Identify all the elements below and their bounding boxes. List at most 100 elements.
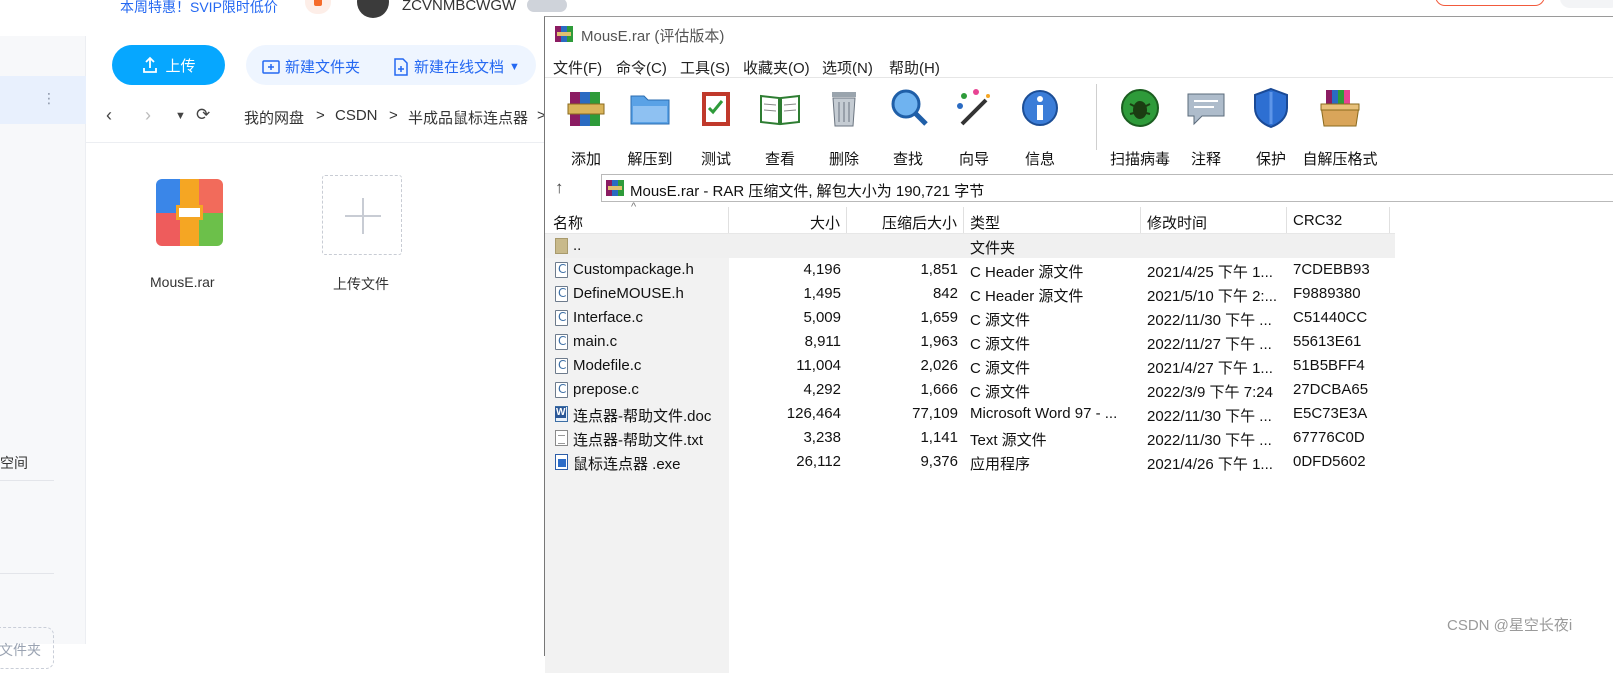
breadcrumb-item[interactable]: 我的网盘 (244, 107, 304, 128)
menu-tools[interactable]: 工具(S) (680, 57, 730, 78)
sort-ascending-icon: ^ (631, 201, 637, 213)
cell-packed: 2,026 (920, 357, 958, 374)
vip-badge (527, 0, 567, 12)
toolbar: 添加 解压到 测试 查看 删除 查找 向导 信息 扫描病毒 注释 保护 自解压格… (545, 77, 1613, 171)
more-icon[interactable]: ⋮ (42, 90, 56, 107)
cell-packed: 1,141 (920, 429, 958, 446)
table-row[interactable]: prepose.c 4,292 1,666 C 源文件 2022/3/9 下午 7:24… (545, 378, 1395, 402)
sfx-button[interactable]: 自解压格式 (1297, 82, 1383, 168)
virus-scan-button[interactable]: 扫描病毒 (1099, 82, 1181, 168)
breadcrumb-separator: > (389, 107, 398, 124)
gift-icon[interactable] (305, 0, 331, 14)
extract-folder-icon (630, 95, 670, 125)
menu-commands[interactable]: 命令(C) (616, 57, 667, 78)
cell-crc32: 0DFD5602 (1293, 453, 1366, 470)
cell-modified: 2021/4/26 下午 1... (1147, 456, 1273, 473)
table-row[interactable]: main.c 8,911 1,963 C 源文件 2022/11/27 下午 ... 55… (545, 330, 1395, 354)
cell-modified: 2022/11/30 下午 ... (1147, 408, 1272, 425)
new-folder-button[interactable]: 新建文件夹 (262, 56, 360, 77)
sidebar: ⋮ 空间 文件夹 (0, 36, 86, 669)
test-button[interactable]: 测试 (683, 82, 749, 168)
view-button[interactable]: 查看 (747, 82, 813, 168)
table-row[interactable]: 鼠标连点器 .exe 26,112 9,376 应用程序 2021/4/26 下午 1.… (545, 450, 1395, 474)
column-header-type[interactable]: 类型 (964, 207, 1141, 233)
doc-plus-icon (394, 57, 408, 76)
upload-label: 上传 (165, 57, 196, 75)
winrar-logo-icon (555, 26, 573, 42)
avatar[interactable] (357, 0, 389, 18)
cell-size: 3,238 (803, 429, 841, 446)
archive-add-icon (567, 92, 605, 126)
comment-button[interactable]: 注释 (1173, 82, 1239, 168)
table-row[interactable]: Interface.c 5,009 1,659 C 源文件 2022/11/30 下午 … (545, 306, 1395, 330)
cell-size: 4,292 (803, 381, 841, 398)
up-arrow-icon[interactable]: ↑ (555, 178, 564, 198)
c-source-file-icon (555, 334, 568, 350)
header-pill-button-2[interactable] (1560, 0, 1613, 8)
column-header-packed[interactable]: 压缩后大小 (847, 207, 964, 233)
svip-promo-link[interactable]: 本周特惠！SVIP限时低价 (120, 0, 278, 17)
table-row[interactable]: DefineMOUSE.h 1,495 842 C Header 源文件 2021/5/… (545, 282, 1395, 306)
table-row[interactable]: Modefile.c 11,004 2,026 C 源文件 2021/4/27 下午 1… (545, 354, 1395, 378)
find-button[interactable]: 查找 (875, 82, 941, 168)
file-name[interactable]: MousE.rar (150, 274, 215, 290)
title-bar[interactable]: MousE.rar (评估版本) (545, 17, 1613, 51)
column-header-name[interactable]: 名称 (545, 207, 729, 233)
cell-name: Modefile.c (573, 357, 642, 374)
cell-packed: 1,963 (920, 333, 958, 350)
protect-button[interactable]: 保护 (1238, 82, 1304, 168)
breadcrumb-item[interactable]: 半成品鼠标连点器 (408, 107, 528, 128)
trash-icon (832, 92, 856, 127)
sidebar-storage-label: 空间 (0, 455, 28, 471)
refresh-icon[interactable]: ⟳ (196, 105, 210, 125)
menu-favorites[interactable]: 收藏夹(O) (743, 57, 810, 78)
cell-size: 8,911 (804, 333, 841, 350)
table-row[interactable]: 连点器-帮助文件.doc 126,464 77,109 Microsoft Word … (545, 402, 1395, 426)
breadcrumb-item[interactable]: CSDN (335, 107, 378, 124)
toolbar-separator (1096, 84, 1097, 150)
menu-options[interactable]: 选项(N) (822, 57, 873, 78)
history-dropdown-icon[interactable]: ▼ (175, 110, 186, 122)
info-button[interactable]: 信息 (1007, 82, 1073, 168)
rar-file-icon[interactable] (156, 179, 223, 246)
cell-crc32: F9889380 (1293, 285, 1361, 302)
cell-name: Custompackage.h (573, 261, 694, 278)
add-button[interactable]: 添加 (553, 82, 619, 168)
c-source-file-icon (555, 262, 568, 278)
table-row[interactable]: .. 文件夹 (545, 234, 1395, 258)
c-source-file-icon (555, 286, 568, 302)
delete-button[interactable]: 删除 (811, 82, 877, 168)
upload-file-label[interactable]: 上传文件 (333, 274, 389, 294)
column-header-modified[interactable]: 修改时间 (1141, 207, 1287, 233)
column-header-size[interactable]: 大小 (729, 207, 847, 233)
cell-packed: 842 (932, 285, 958, 302)
wizard-button[interactable]: 向导 (941, 82, 1007, 168)
upload-file-tile[interactable] (322, 175, 402, 255)
header-pill-button[interactable] (1435, 0, 1545, 6)
column-header-crc32[interactable]: CRC32 (1287, 207, 1390, 233)
forward-arrow-icon[interactable]: › (145, 105, 151, 126)
back-arrow-icon[interactable]: ‹ (106, 105, 112, 126)
upload-button[interactable]: 上传 (112, 45, 225, 85)
extract-to-button[interactable]: 解压到 (617, 82, 683, 168)
cell-name: .. (573, 237, 582, 254)
cell-name: DefineMOUSE.h (573, 285, 684, 302)
menu-file[interactable]: 文件(F) (553, 57, 602, 78)
sidebar-folder-button[interactable]: 文件夹 (0, 627, 54, 669)
breadcrumb-separator: > (316, 107, 325, 124)
username[interactable]: ZCVNMBCWGW (402, 0, 516, 14)
cell-type: C Header 源文件 (970, 288, 1084, 305)
cell-crc32: 27DCBA65 (1293, 381, 1369, 398)
table-row[interactable]: 连点器-帮助文件.txt 3,238 1,141 Text 源文件 2022/11/30… (545, 426, 1395, 450)
menu-help[interactable]: 帮助(H) (889, 57, 940, 78)
address-field[interactable]: MousE.rar - RAR 压缩文件, 解包大小为 190,721 字节 (601, 174, 1613, 202)
table-row[interactable]: Custompackage.h 4,196 1,851 C Header 源文件 202… (545, 258, 1395, 282)
cell-name: 连点器-帮助文件.doc (573, 408, 712, 425)
cell-type: Text 源文件 (970, 432, 1047, 449)
cell-size: 126,464 (786, 405, 841, 422)
watermark: CSDN @星空长夜i (1447, 617, 1573, 634)
top-bar: 本周特惠！SVIP限时低价 ZCVNMBCWGW (0, 0, 1613, 18)
new-online-doc-button[interactable]: 新建在线文档 ▼ (393, 56, 520, 77)
view-book-icon (760, 94, 800, 126)
cell-type: 应用程序 (970, 456, 1031, 473)
